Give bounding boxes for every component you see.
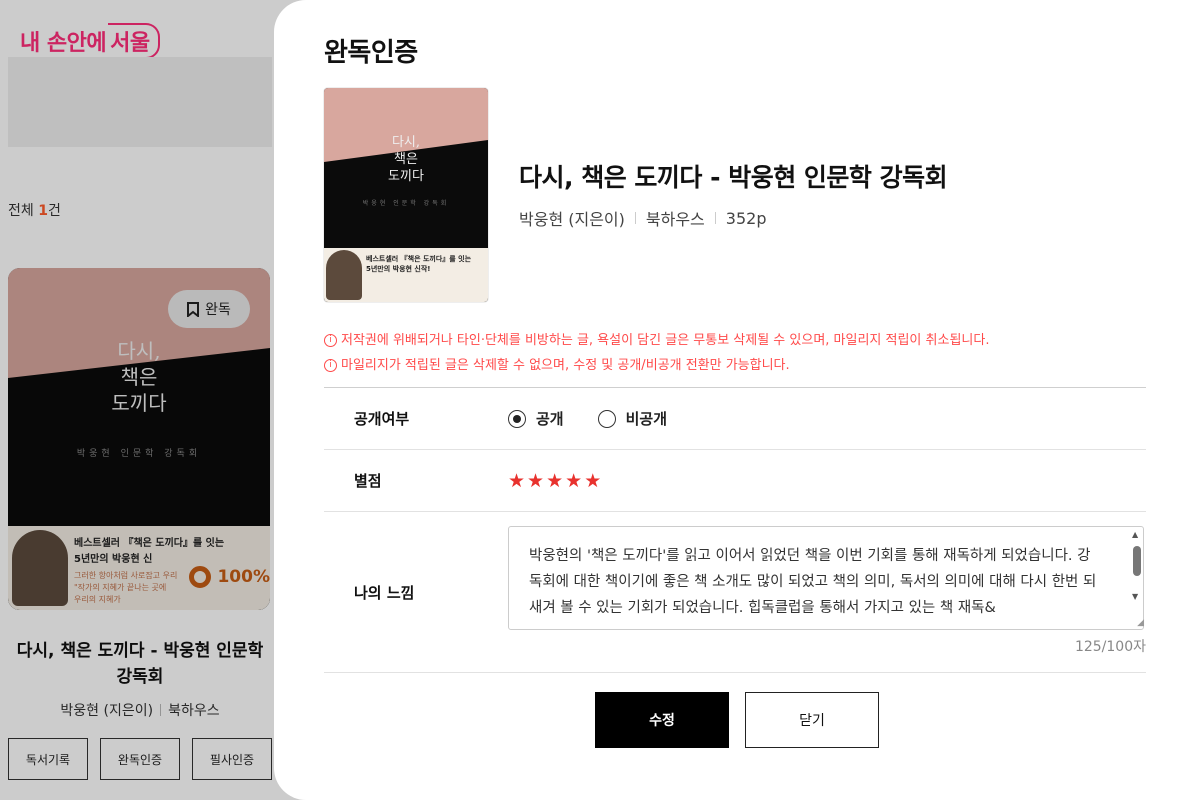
- radio-checked-icon[interactable]: [508, 409, 526, 428]
- notice-item: i 저작권에 위배되거나 타인·단체를 비방하는 글, 욕설이 담긴 글은 무통…: [324, 328, 989, 353]
- cover-blurb: 베스트셀러 『책은 도끼다』를 잇는 5년만의 박웅현 신작!: [366, 254, 471, 274]
- star-icon[interactable]: ★: [546, 470, 563, 492]
- meta-divider: [634, 212, 636, 224]
- notice-text: 저작권에 위배되거나 타인·단체를 비방하는 글, 욕설이 담긴 글은 무통보 …: [341, 333, 990, 348]
- scroll-up-icon[interactable]: ▲: [1132, 530, 1138, 539]
- char-counter: 125/100자: [1074, 639, 1146, 655]
- book-cover: 다시, 책은 도끼다 박웅현 인문학 강독회 베스트셀러 『책은 도끼다』를 잇…: [324, 88, 488, 302]
- book-pages: 352p: [725, 208, 767, 228]
- feeling-textarea[interactable]: 박웅현의 '책은 도끼다'를 읽고 이어서 읽었던 책을 이번 기회를 통해 재…: [508, 526, 1144, 630]
- star-icon[interactable]: ★: [508, 470, 525, 492]
- public-label: 공개여부: [354, 410, 410, 428]
- cover-blurb-line: 베스트셀러 『책은 도끼다』를 잇는: [366, 255, 472, 263]
- modal-actions: 수정 닫기: [274, 692, 1200, 748]
- notice-list: i 저작권에 위배되거나 타인·단체를 비방하는 글, 욕설이 담긴 글은 무통…: [324, 328, 989, 378]
- public-row: 공개여부 공개 비공개: [324, 388, 1146, 450]
- cover-title-line: 책은: [394, 152, 418, 167]
- book-meta: 박웅현 (지은이) 북하우스 352p: [519, 206, 766, 230]
- completion-modal: 완독인증 다시, 책은 도끼다 박웅현 인문학 강독회 베스트셀러 『책은 도끼…: [274, 0, 1200, 800]
- radio-label: 비공개: [625, 410, 668, 428]
- rating-row: 별점 ★ ★ ★ ★ ★: [324, 450, 1146, 512]
- cover-title-line: 도끼다: [388, 169, 424, 184]
- edit-button[interactable]: 수정: [595, 692, 729, 748]
- radio-public[interactable]: 공개: [508, 408, 564, 429]
- close-button[interactable]: 닫기: [745, 692, 879, 748]
- book-author: 박웅현 (지은이): [519, 210, 625, 229]
- star-rating: ★ ★ ★ ★ ★: [508, 470, 601, 492]
- cover-bottom-strip: 베스트셀러 『책은 도끼다』를 잇는 5년만의 박웅현 신작!: [324, 248, 488, 302]
- cover-subtitle: 박웅현 인문학 강독회: [362, 200, 450, 207]
- textarea-scrollbar[interactable]: ▲ ▼ ◢: [1128, 526, 1146, 630]
- author-photo: [326, 250, 362, 300]
- cover-title: 다시, 책은 도끼다: [324, 134, 488, 185]
- completion-form: 공개여부 공개 비공개 별점 ★ ★ ★ ★ ★ 나의 느낌 박웅현의 '책은 도끼다'…: [324, 387, 1146, 673]
- cover-title-line: 다시,: [391, 135, 421, 150]
- feeling-label: 나의 느낌: [354, 583, 415, 602]
- rating-label: 별점: [354, 472, 382, 490]
- star-icon[interactable]: ★: [527, 470, 544, 492]
- notice-item: i 마일리지가 적립된 글은 삭제할 수 없으며, 수정 및 공개/비공개 전환…: [324, 353, 989, 378]
- radio-unchecked-icon[interactable]: [597, 409, 616, 428]
- radio-private[interactable]: 비공개: [597, 408, 668, 429]
- radio-label: 공개: [536, 410, 564, 428]
- notice-text: 마일리지가 적립된 글은 삭제할 수 없으며, 수정 및 공개/비공개 전환만 …: [341, 358, 790, 373]
- info-icon: i: [324, 359, 337, 372]
- meta-divider: [714, 212, 716, 224]
- resize-grip-icon[interactable]: ◢: [1137, 618, 1144, 628]
- feeling-field-wrapper: 박웅현의 '책은 도끼다'를 읽고 이어서 읽었던 책을 이번 기회를 통해 재…: [508, 526, 1146, 671]
- book-title: 다시, 책은 도끼다 - 박웅현 인문학 강독회: [519, 163, 948, 192]
- public-radio-group: 공개 비공개: [508, 408, 667, 429]
- cover-blurb-line: 5년만의 박웅현 신작!: [366, 265, 431, 273]
- modal-title: 완독인증: [324, 38, 418, 68]
- star-icon[interactable]: ★: [565, 470, 582, 492]
- star-icon[interactable]: ★: [584, 470, 601, 492]
- scroll-down-icon[interactable]: ▼: [1132, 592, 1138, 601]
- info-icon: i: [324, 334, 337, 347]
- feeling-row: 나의 느낌 박웅현의 '책은 도끼다'를 읽고 이어서 읽었던 책을 이번 기회…: [324, 512, 1146, 673]
- scroll-thumb[interactable]: [1133, 546, 1141, 576]
- book-publisher: 북하우스: [645, 210, 705, 229]
